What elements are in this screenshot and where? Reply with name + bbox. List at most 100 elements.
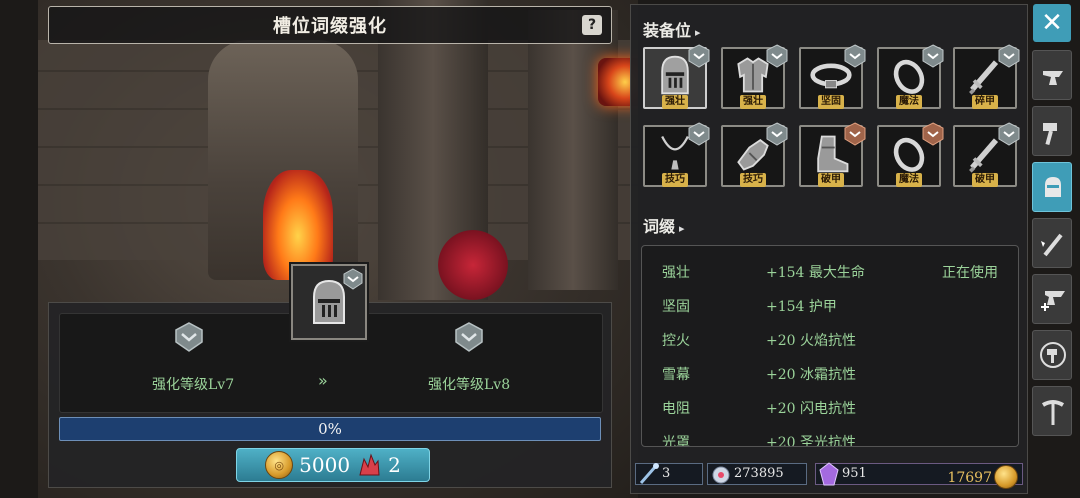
- slot-affix-tag: 技巧: [740, 173, 766, 187]
- progress-text: 0%: [318, 420, 342, 438]
- pickaxe-icon: [1041, 400, 1065, 425]
- nav-tab-hammer-circle[interactable]: [1032, 330, 1072, 380]
- affix-name: 坚固: [662, 299, 690, 315]
- nav-tab-anvil-plus[interactable]: [1032, 274, 1072, 324]
- gold-coin-icon: [994, 465, 1018, 489]
- help-icon[interactable]: ?: [582, 15, 602, 35]
- slot-affix-tag: 魔法: [896, 95, 922, 109]
- anvil-plus-icon: [1041, 291, 1065, 311]
- rank-badge-icon: [844, 44, 866, 68]
- nav-tab-helmet-forge[interactable]: [1032, 162, 1072, 212]
- rank-badge-icon: [998, 44, 1020, 68]
- purple-crystal-icon: [819, 462, 839, 486]
- equip-panel: 装备位 ▸ 强壮 强壮 坚固 魔法 碎甲 技巧 技巧 破甲 魔法 破甲 词缀 ▸ 强壮 +154 最大生…: [630, 4, 1028, 494]
- arrow-icon: »: [318, 371, 328, 390]
- rank-badge-icon: [922, 44, 944, 68]
- equip-slot-chest-armor[interactable]: 强壮: [721, 44, 788, 109]
- anvil-icon: [1043, 71, 1063, 85]
- equip-slot-gauntlet[interactable]: 技巧: [721, 122, 788, 187]
- affix-effect: +20 圣光抗性: [766, 435, 856, 447]
- affix-row[interactable]: 坚固 +154 护甲: [642, 296, 1018, 316]
- hammer-circle-icon: [1040, 342, 1066, 368]
- equip-slot-boots[interactable]: 破甲: [799, 122, 866, 187]
- affix-row[interactable]: 电阻 +20 闪电抗性: [642, 398, 1018, 418]
- rank-badge-icon: [766, 122, 788, 146]
- crystal-gold-resource: 951 17697: [815, 462, 1023, 489]
- close-button[interactable]: ✕: [1033, 4, 1071, 42]
- wand-resource: 3: [635, 463, 703, 485]
- slot-affix-tag: 强壮: [662, 95, 688, 109]
- slot-affix-tag: 破甲: [972, 173, 998, 187]
- nav-tab-pickaxe[interactable]: [1032, 386, 1072, 436]
- affix-row[interactable]: 雪幕 +20 冰霜抗性: [642, 364, 1018, 384]
- affix-name: 雪幕: [662, 367, 690, 383]
- affix-name: 光罩: [662, 435, 690, 447]
- affix-effect: +20 冰霜抗性: [766, 367, 856, 383]
- hammer-icon: [1043, 123, 1057, 146]
- sword-sparkle-icon: [1041, 233, 1063, 257]
- rank-badge-icon: [844, 122, 866, 146]
- affix-list[interactable]: 强壮 +154 最大生命 正在使用坚固 +154 护甲控火 +20 火焰抗性雪幕 +20 …: [641, 245, 1019, 447]
- rank-badge-icon: [688, 44, 710, 68]
- selected-item-slot: [291, 264, 367, 340]
- rank-badge-icon: [922, 122, 944, 146]
- rank-badge-icon: [998, 122, 1020, 146]
- spiky-monster: [438, 230, 508, 300]
- affix-effect: +154 最大生命: [766, 265, 865, 281]
- rank-badge-icon: [766, 44, 788, 68]
- slot-affix-tag: 强壮: [740, 95, 766, 109]
- rank-badge-icon: [688, 122, 710, 146]
- page-title: 槽位词缀强化: [273, 16, 387, 37]
- slots-label-text: 装备位: [643, 21, 692, 40]
- crystal-count: 951: [842, 466, 867, 481]
- affix-section-label: 词缀 ▸: [643, 217, 685, 236]
- gem-bag-icon: [712, 466, 730, 484]
- slot-affix-tag: 破甲: [818, 173, 844, 187]
- affix-status: 正在使用: [942, 265, 998, 281]
- gold-count: 17697: [947, 470, 992, 486]
- enhance-button[interactable]: ◎ 5000 2: [236, 448, 430, 482]
- gold-coin-icon: ◎: [265, 451, 294, 479]
- affix-name: 控火: [662, 333, 690, 349]
- affix-label-text: 词缀: [643, 217, 676, 236]
- affix-effect: +154 护甲: [766, 299, 837, 315]
- equip-slot-helmet[interactable]: 强壮: [643, 44, 710, 109]
- slot-affix-tag: 坚固: [818, 95, 844, 109]
- equip-slot-ring[interactable]: 魔法: [877, 44, 944, 109]
- next-level-text: 强化等级Lv8: [428, 377, 511, 393]
- equip-slot-ring[interactable]: 魔法: [877, 122, 944, 187]
- nav-tab-hammer[interactable]: [1032, 106, 1072, 156]
- red-crystal-icon: [356, 453, 382, 477]
- progress-bar: 0%: [59, 417, 601, 441]
- nav-tab-anvil[interactable]: [1032, 50, 1072, 100]
- nav-tab-sword-sparkle[interactable]: [1032, 218, 1072, 268]
- affix-effect: +20 火焰抗性: [766, 333, 856, 349]
- wand-count: 3: [662, 466, 671, 481]
- crystal-cost: 2: [388, 453, 401, 477]
- slots-section-label: 装备位 ▸: [643, 21, 701, 40]
- affix-row[interactable]: 控火 +20 火焰抗性: [642, 330, 1018, 350]
- resource-bar: 3 273895 951 17697: [635, 461, 1023, 489]
- stone-pillar: [528, 10, 618, 290]
- affix-row[interactable]: 强壮 +154 最大生命 正在使用: [642, 262, 1018, 282]
- affix-effect: +20 闪电抗性: [766, 401, 856, 417]
- gem-resource: 273895: [707, 463, 807, 485]
- title-bar: 槽位词缀强化 ?: [48, 6, 612, 44]
- wand-icon: [639, 463, 659, 484]
- gem-count: 273895: [734, 466, 784, 481]
- slot-affix-tag: 碎甲: [972, 95, 998, 109]
- helmet-forge-icon: [1045, 177, 1061, 197]
- rank-badge-icon: [343, 268, 363, 290]
- slot-affix-tag: 魔法: [896, 173, 922, 187]
- equip-slot-sword[interactable]: 碎甲: [953, 44, 1020, 109]
- affix-row[interactable]: 光罩 +20 圣光抗性: [642, 432, 1018, 447]
- affix-name: 电阻: [662, 401, 690, 417]
- equip-slot-sword[interactable]: 破甲: [953, 122, 1020, 187]
- equip-slot-belt[interactable]: 坚固: [799, 44, 866, 109]
- gold-cost: 5000: [299, 453, 351, 477]
- current-level-text: 强化等级Lv7: [152, 377, 235, 393]
- equip-slot-necklace[interactable]: 技巧: [643, 122, 710, 187]
- affix-name: 强壮: [662, 265, 690, 281]
- rank-emblem-icon: [455, 322, 483, 352]
- rank-emblem-icon: [175, 322, 203, 352]
